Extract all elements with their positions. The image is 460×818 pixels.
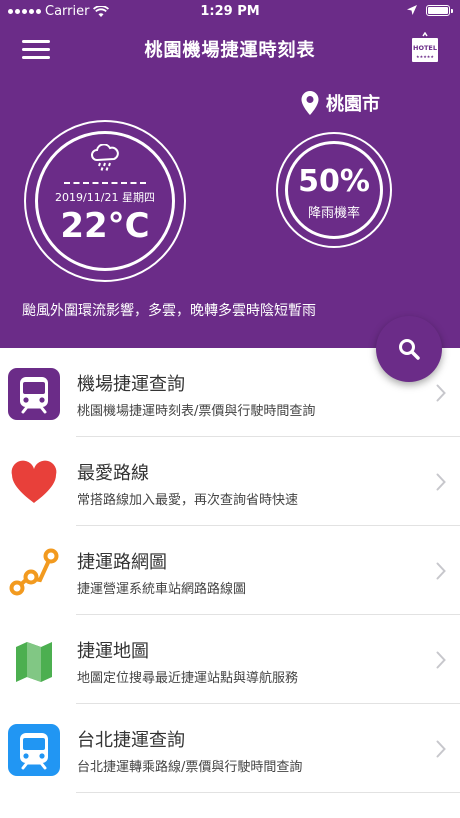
- chevron-right-icon: [436, 384, 446, 402]
- menu-item-partial[interactable]: [0, 793, 460, 818]
- weather-divider: [64, 182, 146, 184]
- menu-item-title: 機場捷運查詢: [77, 374, 185, 395]
- menu-item-title: 捷運地圖: [77, 641, 149, 662]
- rain-cloud-icon: [91, 144, 119, 171]
- chevron-right-icon: [436, 473, 446, 491]
- menu-item-title: 捷運路網圖: [77, 552, 167, 573]
- taipei-train-icon: [8, 724, 60, 776]
- rain-probability-label: 降雨機率: [307, 206, 360, 221]
- menu-item-favorite-routes[interactable]: 最愛路線 常搭路線加入最愛，再次查詢省時快速: [0, 437, 460, 526]
- menu-item-description: 捷運營運系統車站網路路線圖: [77, 582, 247, 597]
- menu-item-description: 地圖定位搜尋最近捷運站點與導航服務: [77, 671, 299, 686]
- menu-item-description: 台北捷運轉乘路線/票價與行駛時間查詢: [77, 760, 303, 775]
- battery-icon: [426, 4, 453, 16]
- map-pin-icon: [301, 91, 319, 115]
- status-right: [406, 4, 453, 16]
- airport-train-icon: [8, 368, 60, 420]
- chevron-right-icon: [436, 562, 446, 580]
- menu-item-taipei-mrt[interactable]: 台北捷運查詢 台北捷運轉乘路線/票價與行駛時間查詢: [0, 704, 460, 793]
- menu-item-title: 最愛路線: [77, 463, 149, 484]
- weather-inner-ring: 2019/11/21 星期四 22°C: [35, 131, 175, 271]
- weather-temperature: 22°C: [60, 206, 150, 246]
- menu-item-network-map[interactable]: 捷運路網圖 捷運營運系統車站網路路線圖: [0, 526, 460, 615]
- weather-date: 2019/11/21 星期四: [55, 191, 155, 204]
- status-time: 1:29 PM: [200, 4, 260, 19]
- location-name: 桃園市: [326, 94, 380, 115]
- status-bar: Carrier 1:29 PM: [0, 0, 460, 24]
- route-map-icon: [9, 548, 59, 596]
- menu-item-title: 台北捷運查詢: [77, 730, 185, 751]
- menu-item-description: 桃園機場捷運時刻表/票價與行駛時間查詢: [77, 404, 316, 419]
- page-title: 桃園機場捷運時刻表: [144, 40, 316, 61]
- rain-inner-ring: 50% 降雨機率: [285, 141, 383, 239]
- search-icon: [399, 339, 420, 360]
- location-selector[interactable]: 桃園市: [300, 90, 380, 116]
- rain-probability-circle: 50% 降雨機率: [276, 132, 392, 248]
- hotel-icon[interactable]: HOTEL ★★★★★: [410, 32, 440, 64]
- search-button[interactable]: [376, 316, 442, 382]
- header: 桃園機場捷運時刻表 HOTEL ★★★★★ 2019/11/21 星期四 22°…: [0, 24, 460, 348]
- weather-circle: 2019/11/21 星期四 22°C: [24, 120, 186, 282]
- svg-text:★★★★★: ★★★★★: [416, 54, 434, 59]
- hotel-label: HOTEL: [413, 44, 437, 52]
- map-icon: [16, 642, 52, 682]
- heart-icon: [11, 460, 57, 503]
- chevron-right-icon: [436, 651, 446, 669]
- menu-item-description: 常搭路線加入最愛，再次查詢省時快速: [77, 493, 299, 508]
- weather-forecast: 颱風外圍環流影響，多雲，晚轉多雲時陰短暫雨: [22, 303, 316, 319]
- menu-list: 機場捷運查詢 桃園機場捷運時刻表/票價與行駛時間查詢 最愛路線 常搭路線加入最愛…: [0, 348, 460, 818]
- chevron-right-icon: [436, 740, 446, 758]
- rain-probability-value: 50%: [298, 164, 370, 199]
- location-arrow-icon: [407, 5, 417, 15]
- menu-item-mrt-map[interactable]: 捷運地圖 地圖定位搜尋最近捷運站點與導航服務: [0, 615, 460, 704]
